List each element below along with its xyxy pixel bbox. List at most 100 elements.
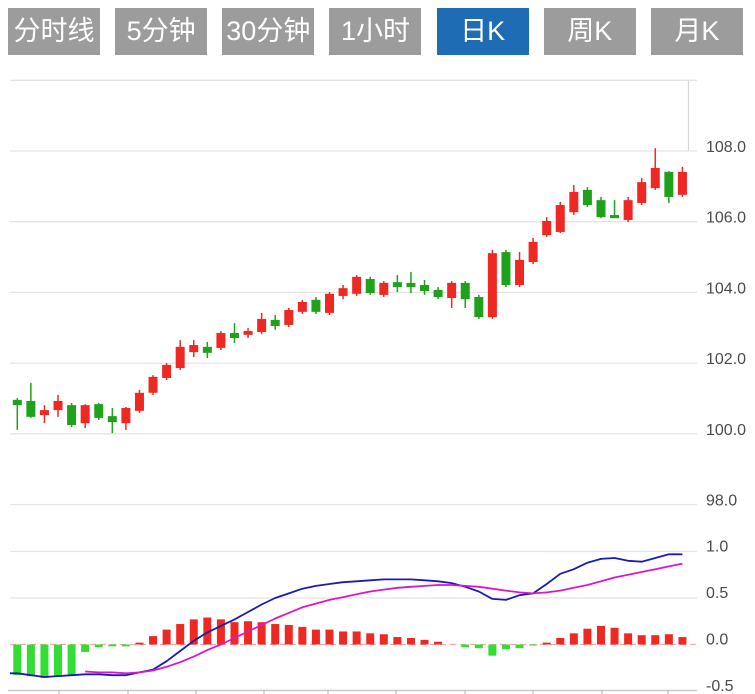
macd-hist-bar bbox=[81, 645, 89, 652]
macd-hist-bar bbox=[665, 634, 673, 644]
candle-body bbox=[406, 283, 415, 287]
macd-hist-bar bbox=[339, 631, 347, 644]
kline-app: 108.0106.0104.0102.0100.098.01.00.50.0-0… bbox=[0, 0, 755, 694]
macd-dif-line bbox=[10, 554, 682, 677]
tab-分时线[interactable]: 分时线 bbox=[8, 8, 100, 55]
candle-body bbox=[325, 294, 334, 313]
candle-body bbox=[135, 393, 144, 411]
macd-hist-bar bbox=[583, 629, 591, 645]
macd-hist-bar bbox=[502, 645, 510, 650]
candle-body bbox=[447, 283, 456, 298]
price-axis-label: 98.0 bbox=[706, 493, 737, 510]
macd-hist-bar bbox=[516, 645, 524, 649]
candle-body bbox=[121, 408, 130, 423]
candle-body bbox=[610, 215, 619, 218]
macd-axis-label: 1.0 bbox=[706, 539, 728, 556]
macd-hist-bar bbox=[298, 627, 306, 645]
macd-hist-bar bbox=[176, 624, 184, 644]
candle-body bbox=[366, 279, 375, 293]
candle-body bbox=[94, 404, 103, 418]
candle-body bbox=[40, 410, 49, 415]
price-axis-label: 104.0 bbox=[706, 280, 746, 297]
tab-5分钟[interactable]: 5分钟 bbox=[115, 8, 207, 55]
candle-body bbox=[298, 302, 307, 312]
macd-hist-bar bbox=[54, 645, 62, 678]
candle-body bbox=[149, 377, 158, 393]
price-axis-label: 100.0 bbox=[706, 422, 746, 439]
candle-body bbox=[176, 347, 185, 368]
macd-hist-bar bbox=[326, 630, 334, 645]
price-axis-label: 108.0 bbox=[706, 139, 746, 156]
macd-hist-bar bbox=[638, 635, 646, 644]
macd-hist-bar bbox=[393, 637, 401, 644]
tab-1小时[interactable]: 1小时 bbox=[329, 8, 421, 55]
candle-body bbox=[352, 277, 361, 294]
candle-body bbox=[488, 253, 497, 317]
candle-body bbox=[54, 401, 63, 410]
macd-histogram bbox=[13, 618, 686, 678]
macd-hist-bar bbox=[556, 638, 564, 645]
candle-body bbox=[216, 333, 225, 348]
macd-hist-bar bbox=[407, 638, 415, 645]
macd-hist-bar bbox=[353, 631, 361, 644]
tab-月K[interactable]: 月K bbox=[651, 8, 743, 55]
candle-body bbox=[230, 333, 239, 338]
macd-hist-bar bbox=[13, 645, 21, 676]
macd-hist-bar bbox=[488, 645, 496, 656]
macd-hist-bar bbox=[312, 630, 320, 645]
macd-axis-label: -0.5 bbox=[706, 678, 734, 694]
macd-hist-bar bbox=[624, 633, 632, 644]
candle-body bbox=[67, 405, 76, 425]
candle-body bbox=[678, 172, 687, 195]
candle-body bbox=[284, 310, 293, 325]
macd-hist-bar bbox=[108, 645, 116, 647]
tab-周K[interactable]: 周K bbox=[544, 8, 636, 55]
macd-hist-bar bbox=[40, 645, 48, 678]
tab-30分钟[interactable]: 30分钟 bbox=[222, 8, 314, 55]
axis-labels: 108.0106.0104.0102.0100.098.01.00.50.0-0… bbox=[706, 139, 746, 694]
candle-body bbox=[515, 260, 524, 285]
macd-hist-bar bbox=[271, 624, 279, 644]
candle-body bbox=[311, 300, 320, 312]
candle-body bbox=[271, 320, 280, 326]
tab-日K[interactable]: 日K bbox=[437, 8, 529, 55]
macd-hist-bar bbox=[149, 636, 157, 644]
macd-hist-bar bbox=[230, 622, 238, 644]
macd-axis-label: 0.0 bbox=[706, 632, 728, 649]
candle-body bbox=[393, 282, 402, 287]
macd-hist-bar bbox=[163, 630, 171, 645]
candle-body bbox=[108, 416, 117, 422]
candle-body bbox=[651, 168, 660, 188]
candle-body bbox=[257, 319, 266, 332]
candle-body bbox=[556, 205, 565, 232]
macd-hist-bar bbox=[651, 635, 659, 644]
candle-body bbox=[244, 331, 253, 335]
macd-hist-bar bbox=[461, 645, 469, 648]
candle-body bbox=[596, 200, 605, 217]
candle-body bbox=[339, 288, 348, 296]
macd-hist-bar bbox=[529, 645, 537, 646]
candle-body bbox=[434, 290, 443, 297]
macd-hist-bar bbox=[217, 619, 225, 644]
candle-body bbox=[81, 405, 90, 423]
macd-hist-bar bbox=[475, 645, 483, 649]
candle-body bbox=[569, 192, 578, 212]
macd-gridlines bbox=[10, 552, 697, 599]
candle-body bbox=[26, 401, 35, 417]
macd-axis-label: 0.5 bbox=[706, 585, 728, 602]
candle-body bbox=[624, 200, 633, 220]
candle-body bbox=[13, 400, 22, 405]
macd-hist-bar bbox=[95, 645, 103, 648]
macd-hist-bar bbox=[611, 628, 619, 645]
kline-chart-canvas[interactable]: 108.0106.0104.0102.0100.098.01.00.50.0-0… bbox=[0, 0, 755, 694]
candle-body bbox=[379, 283, 388, 295]
macd-hist-bar bbox=[434, 642, 442, 645]
price-axis-label: 102.0 bbox=[706, 351, 746, 368]
macd-hist-bar bbox=[380, 634, 388, 644]
candle-body bbox=[542, 221, 551, 235]
candle-body bbox=[420, 285, 429, 291]
macd-hist-bar bbox=[122, 645, 130, 647]
macd-hist-bar bbox=[68, 645, 76, 677]
macd-hist-bar bbox=[366, 633, 374, 644]
candle-body bbox=[529, 242, 538, 262]
